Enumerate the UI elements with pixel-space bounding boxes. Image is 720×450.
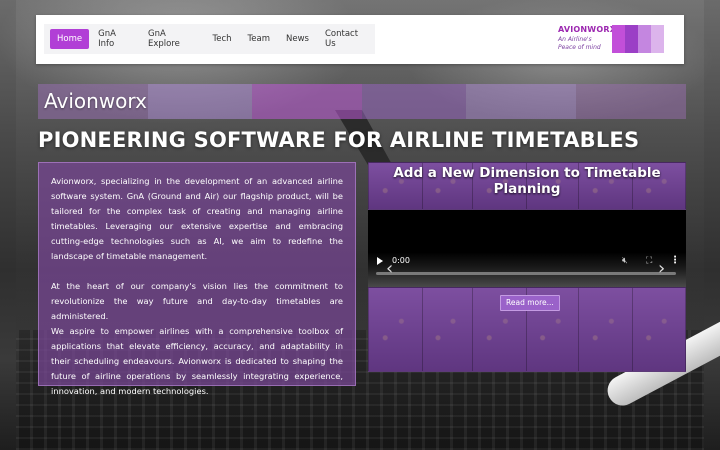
nav-gna-explore[interactable]: GnA Explore <box>141 24 204 54</box>
fullscreen-icon[interactable]: ⛶ <box>646 256 652 266</box>
read-more-button[interactable]: Read more... <box>500 295 560 311</box>
about-paragraph-3: We aspire to empower airlines with a com… <box>51 326 343 396</box>
logo-name: AVIONWORX <box>558 25 617 34</box>
nav-contact-us[interactable]: Contact Us <box>318 24 375 54</box>
video-panel: Add a New Dimension to Timetable Plannin… <box>368 162 686 372</box>
main-nav: Home GnA Info GnA Explore Tech Team News… <box>44 24 375 54</box>
mute-icon[interactable]: 🔇︎ <box>622 256 628 266</box>
nav-tech[interactable]: Tech <box>206 29 239 49</box>
site-header: Home GnA Info GnA Explore Tech Team News… <box>36 15 684 64</box>
banner-title: Avionworx <box>44 89 147 113</box>
carousel-next-icon[interactable]: › <box>658 258 665 279</box>
about-paragraph-1: Avionworx, specializing in the developme… <box>51 176 343 261</box>
brand-logo[interactable]: AVIONWORX An Airline's Peace of mind <box>558 25 666 55</box>
nav-team[interactable]: Team <box>241 29 277 49</box>
logo-mark <box>612 25 664 53</box>
nav-news[interactable]: News <box>279 29 316 49</box>
carousel-prev-icon[interactable]: ‹ <box>386 258 393 279</box>
video-panel-title: Add a New Dimension to Timetable Plannin… <box>393 165 661 197</box>
page-headline: PIONEERING SOFTWARE FOR AIRLINE TIMETABL… <box>38 128 640 152</box>
nav-home[interactable]: Home <box>50 29 90 49</box>
logo-tagline: An Airline's Peace of mind <box>558 36 601 51</box>
play-icon[interactable] <box>377 257 383 265</box>
video-player[interactable]: 0:00 🔇︎ ⛶ ⋮ <box>368 210 686 287</box>
about-paragraph-2: At the heart of our company's vision lie… <box>51 281 343 321</box>
video-time: 0:00 <box>392 256 410 265</box>
more-options-icon[interactable]: ⋮ <box>670 255 680 266</box>
video-progress-bar[interactable] <box>376 272 676 275</box>
about-panel: Avionworx, specializing in the developme… <box>38 162 356 396</box>
nav-gna-info[interactable]: GnA Info <box>91 24 139 54</box>
